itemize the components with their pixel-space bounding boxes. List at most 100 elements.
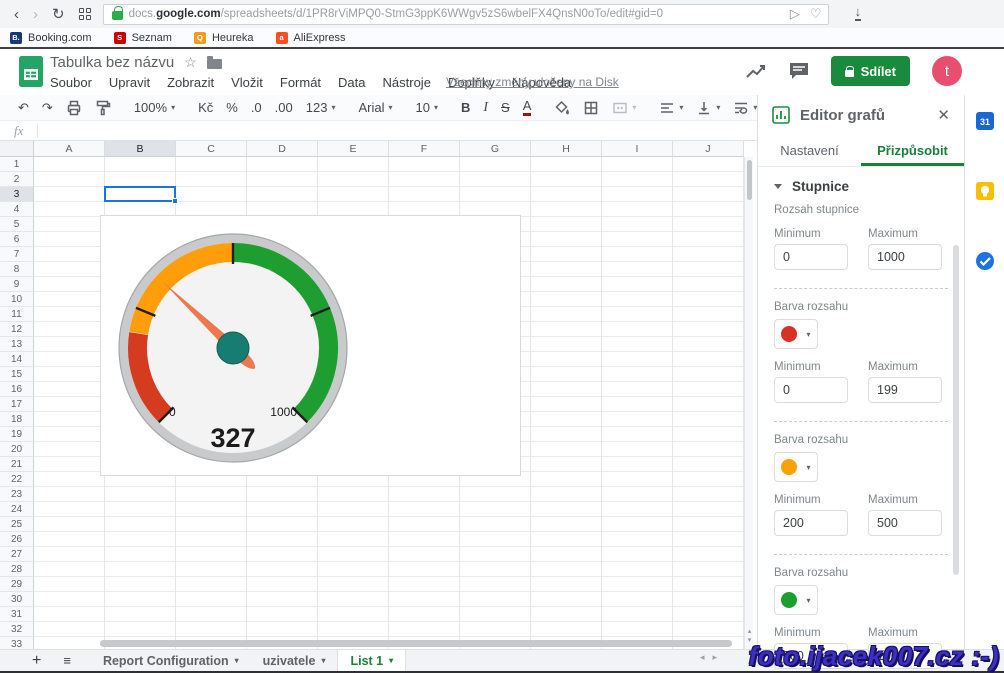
row-header-1[interactable]: 1 xyxy=(0,157,34,172)
downloads-icon[interactable]: ↓ xyxy=(854,5,862,21)
column-header-H[interactable]: H xyxy=(531,141,602,157)
row-header-20[interactable]: 20 xyxy=(0,442,34,457)
menu-upravit[interactable]: Upravit xyxy=(109,75,150,90)
forward-button[interactable]: › xyxy=(33,7,38,22)
insights-icon[interactable] xyxy=(745,62,767,80)
row-header-11[interactable]: 11 xyxy=(0,307,34,322)
add-sheet-button[interactable]: + xyxy=(32,652,41,669)
reload-button[interactable]: ↻ xyxy=(52,7,65,22)
calendar-icon[interactable]: 31 xyxy=(975,111,995,131)
undo-button[interactable]: ↶ xyxy=(18,100,29,116)
select-all-corner[interactable] xyxy=(0,141,34,157)
scale-max-input[interactable] xyxy=(868,244,942,270)
bookmark-seznam[interactable]: S Seznam xyxy=(113,31,172,44)
fill-handle[interactable] xyxy=(172,198,178,204)
sheets-logo-icon[interactable] xyxy=(18,55,44,88)
row-header-21[interactable]: 21 xyxy=(0,457,34,472)
speed-dial-icon[interactable] xyxy=(78,8,91,20)
column-header-G[interactable]: G xyxy=(460,141,531,157)
menu-zobrazit[interactable]: Zobrazit xyxy=(167,75,214,90)
bold-button[interactable]: B xyxy=(461,100,470,115)
row-header-6[interactable]: 6 xyxy=(0,232,34,247)
bookmark-booking-com[interactable]: B. Booking.com xyxy=(10,31,92,44)
horizontal-scrollbar-thumb[interactable] xyxy=(100,640,732,647)
back-button[interactable]: ‹ xyxy=(14,7,19,22)
row-header-24[interactable]: 24 xyxy=(0,502,34,517)
star-icon[interactable]: ☆ xyxy=(184,54,197,71)
range2-max-input[interactable] xyxy=(868,510,942,536)
row-header-31[interactable]: 31 xyxy=(0,607,34,622)
row-header-23[interactable]: 23 xyxy=(0,487,34,502)
row-header-29[interactable]: 29 xyxy=(0,577,34,592)
bookmark-heureka[interactable]: Q Heureka xyxy=(193,31,254,44)
row-header-9[interactable]: 9 xyxy=(0,277,34,292)
column-header-J[interactable]: J xyxy=(673,141,744,157)
vertical-scrollbar[interactable]: ▴ ▾ xyxy=(744,157,753,649)
tasks-icon[interactable] xyxy=(975,251,995,271)
column-header-E[interactable]: E xyxy=(318,141,389,157)
vertical-align-button[interactable]: ▾ xyxy=(696,100,720,116)
row-header-2[interactable]: 2 xyxy=(0,172,34,187)
row-header-4[interactable]: 4 xyxy=(0,202,34,217)
font-select[interactable]: Arial ▾ xyxy=(358,100,392,115)
column-header-I[interactable]: I xyxy=(602,141,673,157)
color-picker-orange[interactable]: ▾ xyxy=(774,452,818,482)
row-header-16[interactable]: 16 xyxy=(0,382,34,397)
range1-max-input[interactable] xyxy=(868,377,942,403)
section-stupnice[interactable]: Stupnice xyxy=(774,179,948,194)
row-header-15[interactable]: 15 xyxy=(0,367,34,382)
row-header-7[interactable]: 7 xyxy=(0,247,34,262)
row-header-14[interactable]: 14 xyxy=(0,352,34,367)
row-header-22[interactable]: 22 xyxy=(0,472,34,487)
borders-button[interactable] xyxy=(583,100,599,116)
row-header-3[interactable]: 3 xyxy=(0,187,34,202)
print-button[interactable] xyxy=(66,100,82,116)
sheet-tab-report-configuration[interactable]: Report Configuration ▾ xyxy=(91,650,251,671)
menu-formát[interactable]: Formát xyxy=(280,75,321,90)
merge-cells-button[interactable]: ▾ xyxy=(612,100,636,116)
column-header-D[interactable]: D xyxy=(247,141,318,157)
row-header-8[interactable]: 8 xyxy=(0,262,34,277)
move-folder-icon[interactable] xyxy=(206,55,222,69)
color-picker-red[interactable]: ▾ xyxy=(774,319,818,349)
row-header-12[interactable]: 12 xyxy=(0,322,34,337)
row-header-10[interactable]: 10 xyxy=(0,292,34,307)
row-header-18[interactable]: 18 xyxy=(0,412,34,427)
menu-nástroje[interactable]: Nástroje xyxy=(383,75,431,90)
horizontal-align-button[interactable]: ▾ xyxy=(659,100,683,116)
paint-format-button[interactable] xyxy=(95,100,111,116)
selected-cell-B3[interactable] xyxy=(104,186,178,204)
saved-status-link[interactable]: Všechny změny uloženy na Disk xyxy=(446,75,619,89)
comments-icon[interactable] xyxy=(789,62,809,80)
scale-min-input[interactable] xyxy=(774,244,848,270)
menu-soubor[interactable]: Soubor xyxy=(50,75,92,90)
menu-vložit[interactable]: Vložit xyxy=(231,75,263,90)
format-percent-button[interactable]: % xyxy=(226,100,238,115)
row-header-32[interactable]: 32 xyxy=(0,622,34,637)
column-header-B[interactable]: B xyxy=(105,141,176,157)
column-header-A[interactable]: A xyxy=(34,141,105,157)
row-header-28[interactable]: 28 xyxy=(0,562,34,577)
tab-scroll-arrows[interactable]: ◂▸ xyxy=(700,652,725,663)
gauge-chart[interactable]: 0 1000 327 xyxy=(100,215,521,476)
keep-icon[interactable] xyxy=(975,181,995,201)
sheet-tab-uzivatele[interactable]: uzivatele ▾ xyxy=(251,650,338,671)
menu-data[interactable]: Data xyxy=(338,75,365,90)
redo-button[interactable]: ↷ xyxy=(42,100,53,116)
bookmark-aliexpress[interactable]: a AliExpress xyxy=(275,31,346,44)
bookmark-heart-icon[interactable]: ♡ xyxy=(810,6,822,22)
row-header-27[interactable]: 27 xyxy=(0,547,34,562)
document-title[interactable]: Tabulka bez názvu xyxy=(50,54,174,71)
increase-decimals-button[interactable]: .00 xyxy=(275,100,293,115)
text-wrap-button[interactable]: ▾ xyxy=(733,100,757,116)
more-formats-button[interactable]: 123 ▾ xyxy=(306,100,336,115)
range2-min-input[interactable] xyxy=(774,510,848,536)
range1-min-input[interactable] xyxy=(774,377,848,403)
zoom-select[interactable]: 100% ▾ xyxy=(134,100,175,115)
column-header-F[interactable]: F xyxy=(389,141,460,157)
decrease-decimals-button[interactable]: .0 xyxy=(251,100,262,115)
share-page-icon[interactable]: ▷ xyxy=(790,6,800,22)
row-header-13[interactable]: 13 xyxy=(0,337,34,352)
strikethrough-button[interactable]: S xyxy=(501,100,510,115)
all-sheets-button[interactable]: ≡ xyxy=(63,654,71,667)
